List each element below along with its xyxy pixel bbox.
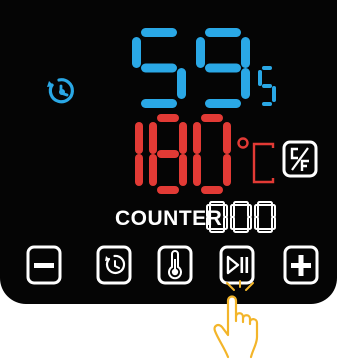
temperature-digit — [193, 114, 231, 194]
time-display — [132, 28, 252, 110]
temperature-button[interactable] — [157, 245, 193, 285]
plus-icon — [283, 245, 319, 285]
temperature-digit — [135, 122, 143, 186]
minus-button[interactable] — [26, 245, 62, 285]
play-pause-button[interactable] — [219, 245, 255, 285]
control-panel: COUNTER — [0, 0, 337, 304]
temperature-digit — [149, 114, 187, 194]
plus-button[interactable] — [283, 245, 319, 285]
c-f-toggle-icon — [282, 140, 318, 178]
time-digit — [132, 28, 186, 108]
counter-digit — [230, 201, 252, 233]
time-digit — [196, 28, 250, 108]
tapping-hand-icon — [206, 280, 276, 359]
temperature-unit — [236, 132, 278, 188]
timer-button[interactable] — [96, 245, 132, 285]
timer-icon — [96, 245, 132, 285]
time-unit — [258, 66, 278, 108]
counter-digit — [254, 201, 276, 233]
celsius-fahrenheit-toggle[interactable] — [282, 140, 318, 178]
timer-icon — [42, 76, 76, 106]
play-pause-icon — [219, 245, 255, 285]
minus-icon — [26, 245, 62, 285]
counter-digit — [206, 201, 228, 233]
time-unit-digit — [258, 66, 276, 106]
counter-display — [206, 201, 277, 234]
thermometer-icon — [157, 245, 193, 285]
